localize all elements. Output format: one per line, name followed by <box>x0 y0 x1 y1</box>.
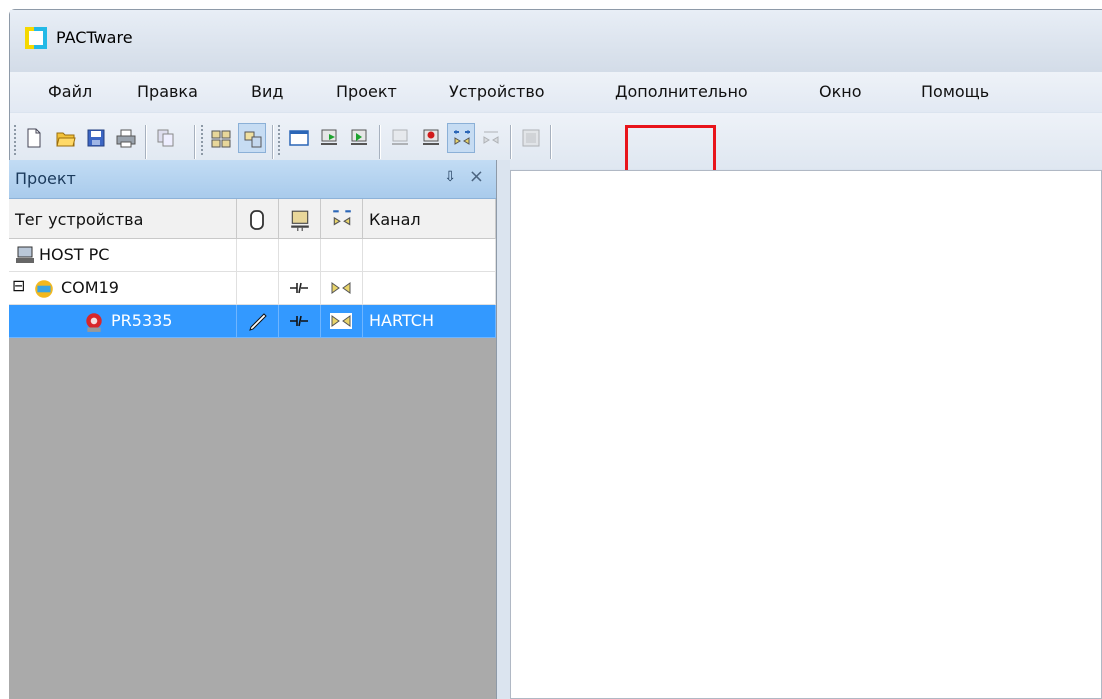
online-parameter-icon <box>454 130 470 145</box>
project-network-button[interactable] <box>207 123 235 153</box>
tree-row-pr5335[interactable]: PR5335 HARTCH <box>9 305 496 338</box>
column-connection[interactable] <box>279 199 321 239</box>
menu-help[interactable]: Помощь <box>921 82 989 101</box>
upload-device-icon <box>392 129 408 145</box>
menu-view[interactable]: Вид <box>251 82 283 101</box>
pin-icon[interactable]: ⇩ <box>444 169 456 185</box>
tree-label-host-pc: HOST PC <box>39 245 110 264</box>
computer-icon <box>16 246 34 263</box>
toolbar-grip[interactable] <box>14 125 16 157</box>
save-button[interactable] <box>82 123 110 153</box>
menu-device[interactable]: Устройство <box>449 82 545 101</box>
workspace-area <box>510 170 1102 699</box>
connection-status-icon <box>290 315 308 327</box>
column-channel-label: Канал <box>369 210 421 229</box>
copy-dropdown-icon <box>157 129 174 147</box>
device-connection-icon <box>291 210 309 231</box>
menu-window[interactable]: Окно <box>819 82 862 101</box>
menu-bar: Файл Правка Вид Проект Устройство Дополн… <box>10 72 1102 112</box>
menu-extras[interactable]: Дополнительно <box>615 82 748 101</box>
connect-device-button[interactable] <box>315 123 343 153</box>
save-icon <box>87 129 105 147</box>
tree-row-com19[interactable]: ⊟ COM19 <box>9 272 496 305</box>
menu-edit[interactable]: Правка <box>137 82 198 101</box>
database-icon <box>250 210 264 230</box>
panel-splitter[interactable] <box>497 160 510 699</box>
column-tag-label: Тег устройства <box>15 210 144 229</box>
print-button[interactable] <box>112 123 140 153</box>
device-catalog-icon <box>244 131 262 148</box>
window-icon <box>289 130 309 146</box>
upload-device-button[interactable] <box>386 123 414 153</box>
pencil-icon <box>249 313 267 331</box>
connection-status-icon <box>290 282 308 294</box>
tree-label-pr5335: PR5335 <box>111 311 173 330</box>
expand-toggle-icon[interactable]: ⊟ <box>12 276 25 295</box>
device-icon <box>86 313 102 332</box>
project-network-icon <box>211 130 231 148</box>
project-panel: Проект ⇩ × Тег устройства Канал HOST PC <box>9 160 497 699</box>
new-document-icon <box>27 128 41 148</box>
communication-state-icon <box>331 282 351 294</box>
close-icon[interactable]: × <box>469 166 484 187</box>
window-button[interactable] <box>285 123 313 153</box>
offline-button[interactable] <box>517 123 545 153</box>
channel-value: HARTCH <box>369 311 434 330</box>
communication-icon <box>333 210 351 226</box>
highlight-box <box>625 125 716 176</box>
online-parameter-button[interactable] <box>447 123 475 153</box>
offline-icon <box>522 129 540 147</box>
communication-button[interactable] <box>477 123 505 153</box>
com-port-icon <box>35 280 53 298</box>
download-device-icon <box>423 129 439 145</box>
download-device-button[interactable] <box>417 123 445 153</box>
disconnect-device-icon <box>351 129 367 145</box>
device-catalog-button[interactable] <box>238 123 266 153</box>
title-bar: PACTware <box>10 10 1102 72</box>
column-database[interactable] <box>237 199 279 239</box>
pactware-logo-icon <box>25 27 47 49</box>
open-folder-icon <box>56 132 76 147</box>
communication-icon <box>483 131 499 144</box>
connect-device-icon <box>321 129 337 145</box>
open-button[interactable] <box>52 123 80 153</box>
tree-row-host-pc[interactable]: HOST PC <box>9 239 496 272</box>
communication-state-icon <box>330 313 352 329</box>
print-icon <box>116 129 136 148</box>
column-channel[interactable]: Канал <box>363 199 496 239</box>
menu-file[interactable]: Файл <box>48 82 92 101</box>
panel-title: Проект <box>15 169 76 188</box>
menu-project[interactable]: Проект <box>336 82 397 101</box>
panel-header: Проект ⇩ × <box>9 160 496 199</box>
new-document-button[interactable] <box>20 123 48 153</box>
column-communication[interactable] <box>321 199 363 239</box>
disconnect-device-button[interactable] <box>345 123 373 153</box>
copy-dropdown-button[interactable] <box>152 123 190 153</box>
column-tag[interactable]: Тег устройства <box>9 199 237 239</box>
window-title: PACTware <box>56 28 133 47</box>
tree-label-com19: COM19 <box>61 278 119 297</box>
